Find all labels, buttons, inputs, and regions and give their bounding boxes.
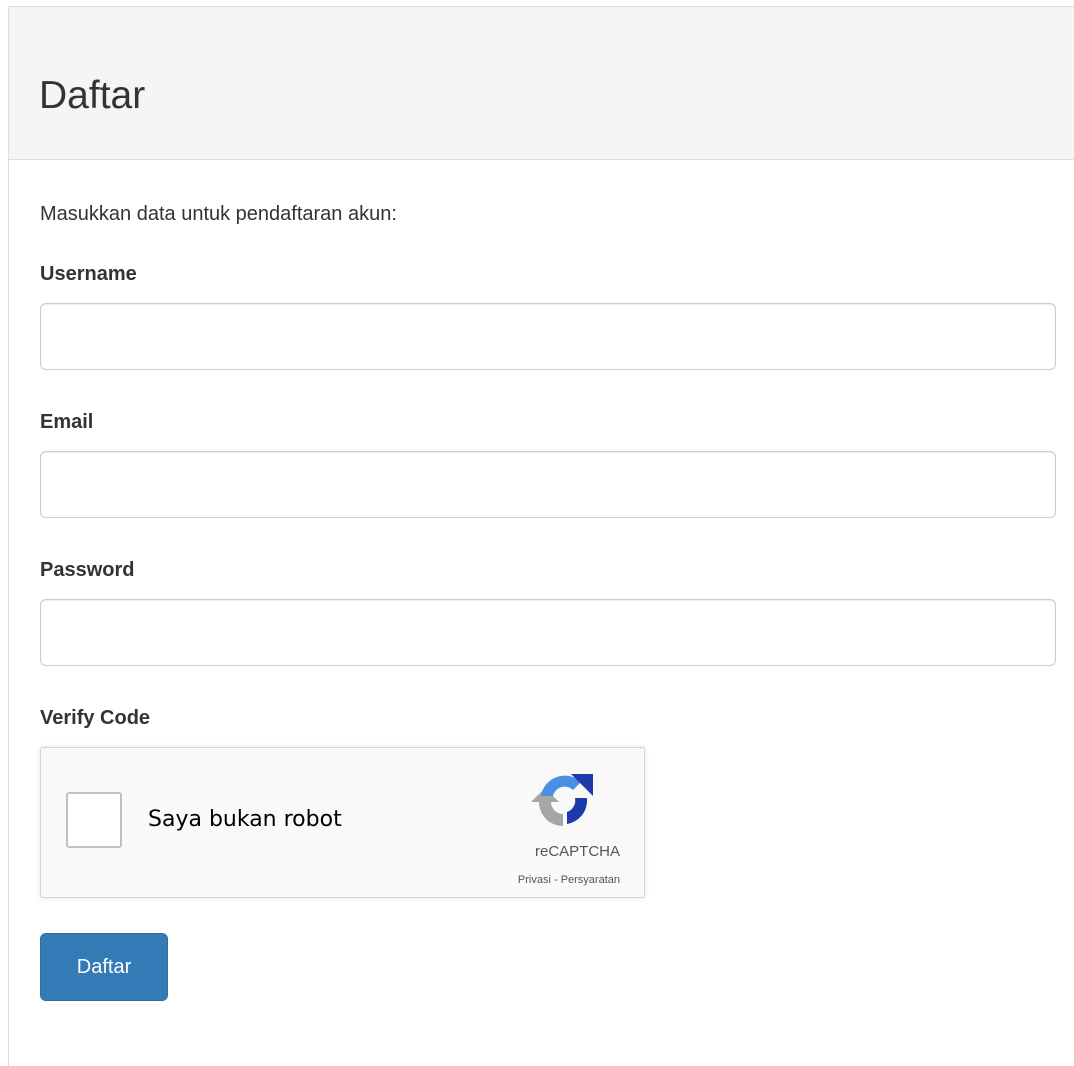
- recaptcha-logo-icon: [531, 774, 593, 826]
- password-label: Password: [40, 559, 135, 581]
- email-label: Email: [40, 411, 94, 433]
- username-label: Username: [40, 263, 137, 285]
- email-input[interactable]: [40, 451, 1056, 518]
- recaptcha-links: Privasi - Persyaratan: [518, 873, 620, 887]
- verify-code-label: Verify Code: [40, 707, 151, 729]
- register-button[interactable]: Daftar: [40, 933, 168, 1001]
- recaptcha-brand: reCAPTCHA: [534, 843, 620, 860]
- registration-panel: Daftar Masukkan data untuk pendaftaran a…: [8, 6, 1074, 1066]
- username-input[interactable]: [40, 303, 1056, 370]
- recaptcha-checkbox[interactable]: [66, 792, 122, 848]
- links-separator: -: [550, 874, 561, 886]
- recaptcha-widget: Saya bukan robot reCAPTCHA Privasi - Per…: [40, 747, 645, 898]
- panel-heading: Daftar: [9, 7, 1074, 160]
- terms-link[interactable]: Persyaratan: [561, 874, 620, 886]
- privacy-link[interactable]: Privasi: [518, 874, 551, 886]
- page-title: Daftar: [39, 74, 146, 117]
- password-input[interactable]: [40, 599, 1056, 666]
- recaptcha-checkbox-label: Saya bukan robot: [148, 807, 342, 832]
- intro-text: Masukkan data untuk pendaftaran akun:: [40, 203, 397, 225]
